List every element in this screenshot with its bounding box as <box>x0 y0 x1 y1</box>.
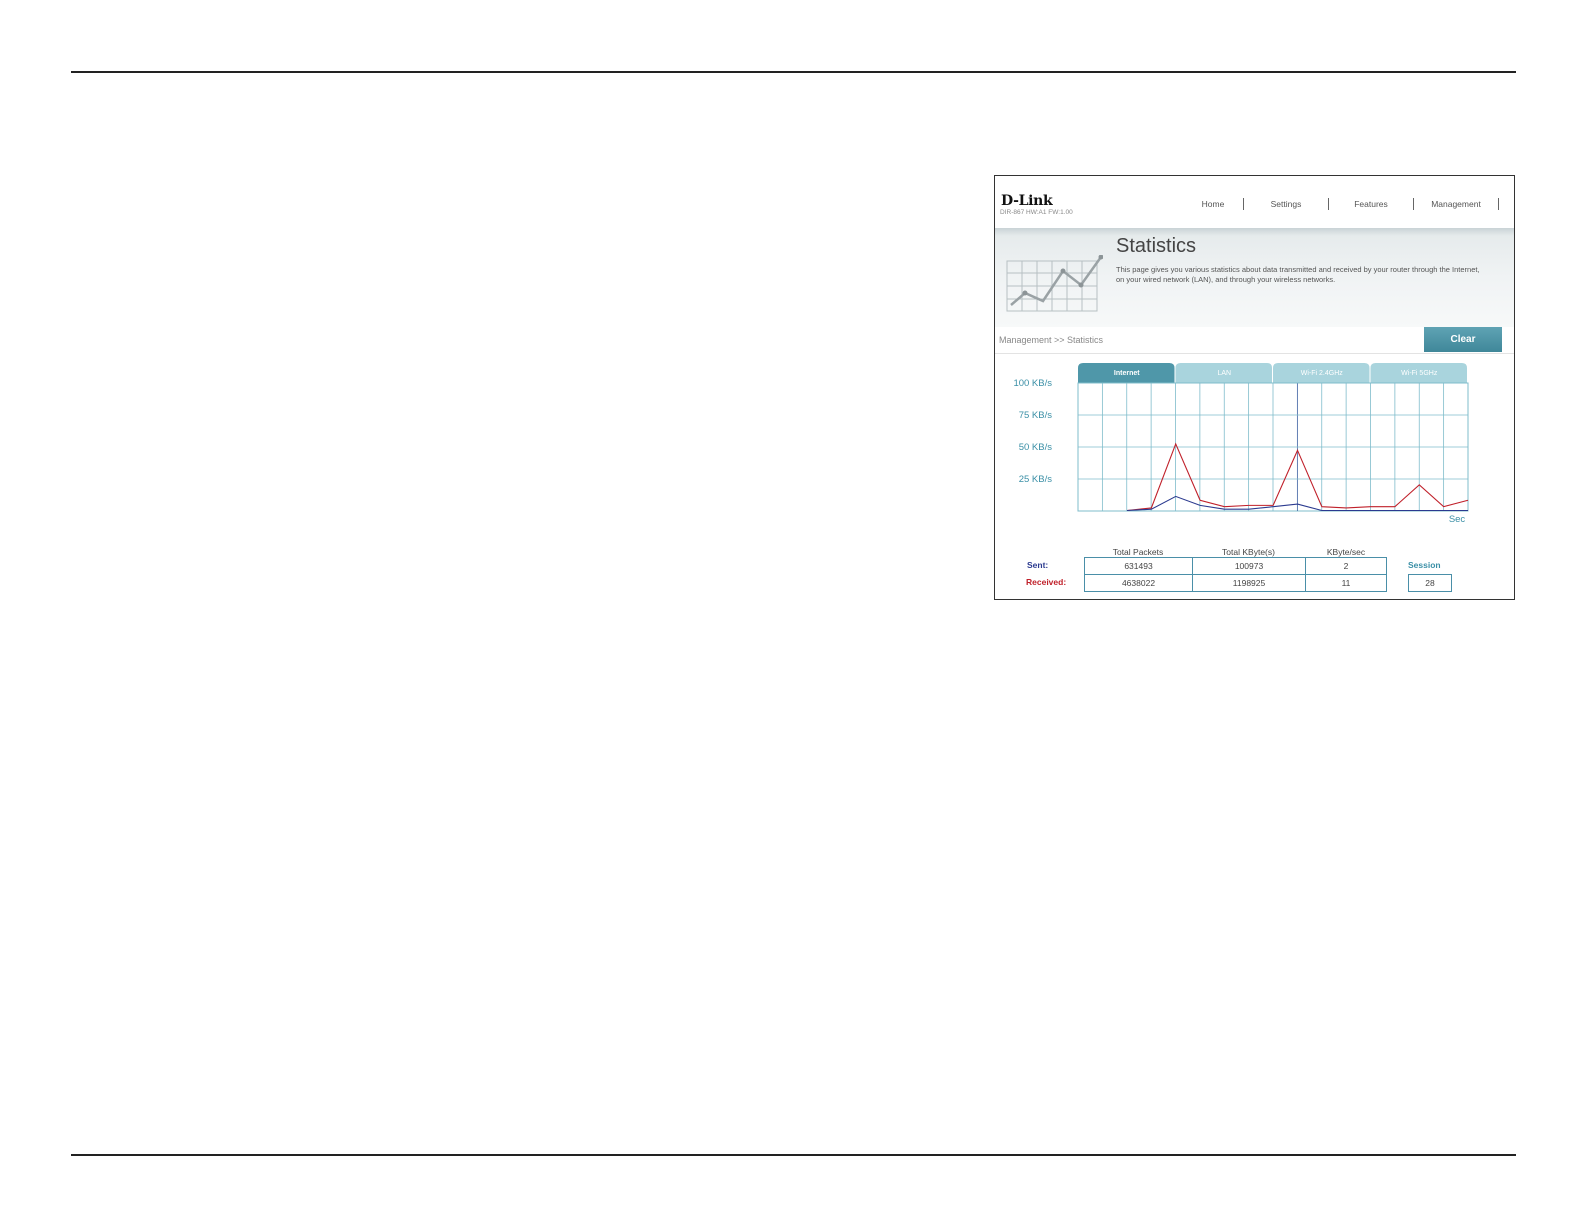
sent-kbyte-sec: 2 <box>1305 557 1387 575</box>
tab-label: Wi-Fi 5GHz <box>1401 370 1438 377</box>
y-tick-label: 50 KB/s <box>1019 442 1053 453</box>
sent-total-kbytes: 100973 <box>1192 557 1306 575</box>
page-top-rule <box>71 71 1516 73</box>
tab-label: Internet <box>1114 370 1140 377</box>
x-axis-label: Sec <box>1449 514 1466 525</box>
received-total-packets: 4638022 <box>1084 574 1193 592</box>
traffic-chart: Internet LAN Wi-Fi 2.4GHz Wi-Fi 5GHz 100 KB… <box>1013 363 1469 525</box>
header-total-packets: Total Packets <box>1112 547 1164 557</box>
sent-label: Sent: <box>1027 560 1049 570</box>
tab-label: LAN <box>1217 370 1231 377</box>
router-screenshot: D-Link DIR-867 HW:A1 FW:1.00 Home Settin… <box>994 175 1515 600</box>
page-bottom-rule <box>71 1154 1516 1156</box>
received-label: Received: <box>1026 577 1067 587</box>
y-tick-label: 100 KB/s <box>1013 378 1052 389</box>
y-tick-label: 25 KB/s <box>1019 474 1053 485</box>
sent-total-packets: 631493 <box>1084 557 1193 575</box>
header-kbyte-sec: KByte/sec <box>1326 547 1366 557</box>
received-kbyte-sec: 11 <box>1305 574 1387 592</box>
tab-label: Wi-Fi 2.4GHz <box>1301 370 1344 377</box>
header-total-kbytes: Total KByte(s) <box>1222 547 1275 557</box>
y-tick-label: 75 KB/s <box>1019 410 1053 421</box>
received-total-kbytes: 1198925 <box>1192 574 1306 592</box>
session-value: 28 <box>1408 574 1452 592</box>
session-label: Session <box>1408 560 1441 570</box>
